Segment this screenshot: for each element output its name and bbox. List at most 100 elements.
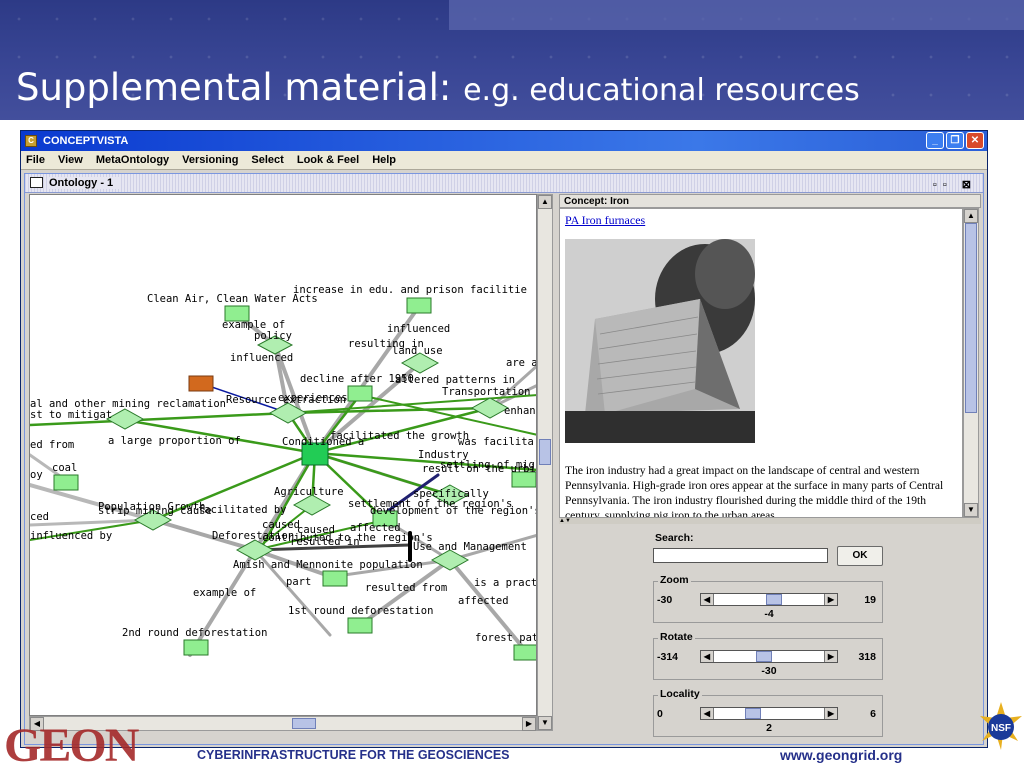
header-band <box>449 0 1024 30</box>
ontology-graph-canvas[interactable]: increase in edu. and prison facilitie Cl… <box>29 194 537 716</box>
graph-label: oy <box>30 469 43 481</box>
locality-group: Locality 0 ◀ ▶ 6 2 <box>653 688 883 737</box>
control-panel: Search: OK Zoom -30 ◀ ▶ 19 -4 Rotate -31… <box>559 524 981 742</box>
ok-button[interactable]: OK <box>837 546 883 566</box>
graph-node <box>53 474 79 491</box>
search-input[interactable] <box>653 548 828 563</box>
scroll-down-arrow-icon[interactable]: ▼ <box>964 503 978 517</box>
concept-title: Concept: Iron <box>559 194 981 208</box>
scroll-down-arrow-icon[interactable]: ▼ <box>538 716 552 730</box>
graph-label: 2nd round deforestation <box>122 627 267 639</box>
maximize-button[interactable]: ❐ <box>946 132 964 149</box>
concept-scroll-thumb[interactable] <box>965 223 977 413</box>
conceptvista-window: C CONCEPTVISTA _ ❐ ✕ File View MetaOntol… <box>20 130 988 748</box>
rotate-value: -30 <box>761 665 777 677</box>
nsf-logo-text: NSF <box>991 723 1011 734</box>
window-title: CONCEPTVISTA <box>43 135 129 147</box>
graph-label: result on the urbi <box>422 463 536 475</box>
graph-label: was facilita <box>458 436 534 448</box>
graph-node <box>406 297 432 314</box>
menu-help[interactable]: Help <box>372 151 396 169</box>
zoom-slider-knob[interactable] <box>766 594 782 605</box>
graph-label: affected <box>458 595 509 607</box>
concept-description: The iron industry had a great impact on … <box>565 464 944 518</box>
graph-label: a large proportion of <box>108 435 241 447</box>
graph-node <box>268 402 308 424</box>
graph-label: land use <box>392 345 443 357</box>
slider-left-arrow-icon[interactable]: ◀ <box>701 708 714 719</box>
graph-node <box>347 385 373 402</box>
document-icon <box>30 177 43 188</box>
graph-label: ed from <box>30 439 74 451</box>
menu-view[interactable]: View <box>58 151 83 169</box>
slider-right-arrow-icon[interactable]: ▶ <box>824 594 837 605</box>
graph-node <box>347 617 373 634</box>
rotate-slider-knob[interactable] <box>756 651 772 662</box>
graph-node-orange <box>188 375 214 392</box>
graph-label: st to mitigat <box>30 409 112 421</box>
internal-frame-titlebar[interactable]: Ontology - 1 ▫▫ ⊠ <box>25 174 983 193</box>
slider-right-arrow-icon[interactable]: ▶ <box>824 708 837 719</box>
menu-metaontology[interactable]: MetaOntology <box>96 151 169 169</box>
locality-min: 0 <box>657 708 663 720</box>
graph-label: Clean Air, Clean Water Acts <box>147 293 318 305</box>
graph-label: Transportation <box>442 386 531 398</box>
menu-versioning[interactable]: Versioning <box>182 151 238 169</box>
graph-label: example of <box>193 587 256 599</box>
graph-node <box>322 570 348 587</box>
locality-slider-knob[interactable] <box>745 708 761 719</box>
graph-label: increase in edu. and prison facilitie <box>293 284 527 296</box>
menu-look-and-feel[interactable]: Look & Feel <box>297 151 359 169</box>
slide-header: Supplemental material: e.g. educational … <box>0 0 1024 120</box>
graph-label: development of the region's <box>370 505 537 517</box>
locality-slider[interactable]: ◀ ▶ <box>700 707 838 720</box>
rotate-slider[interactable]: ◀ ▶ <box>700 650 838 663</box>
zoom-max: 19 <box>864 594 876 606</box>
zoom-min: -30 <box>657 594 673 606</box>
ontology-internal-frame: Ontology - 1 ▫▫ ⊠ increase in edu. and p… <box>24 173 984 745</box>
graph-label: experiences <box>278 392 348 404</box>
window-titlebar[interactable]: C CONCEPTVISTA _ ❐ ✕ <box>21 131 987 151</box>
concept-resource-link[interactable]: PA Iron furnaces <box>565 213 645 228</box>
graph-labels: increase in edu. and prison facilitie Cl… <box>30 284 537 644</box>
graph-vertical-scrollbar[interactable]: ▲ ▼ <box>537 194 553 731</box>
search-label: Search: <box>655 532 694 544</box>
graph-label: forest pat <box>475 632 537 644</box>
nsf-logo: NSF <box>978 700 1024 760</box>
rotate-max: 318 <box>858 651 876 663</box>
internal-frame-controls[interactable]: ▫▫ ⊠ <box>933 176 977 194</box>
graph-label: influenced <box>230 352 293 364</box>
graph-label: Conditioned a <box>282 436 364 448</box>
vertical-scroll-thumb[interactable] <box>539 439 551 465</box>
menu-file[interactable]: File <box>26 151 45 169</box>
slider-left-arrow-icon[interactable]: ◀ <box>701 651 714 662</box>
minimize-button[interactable]: _ <box>926 132 944 149</box>
horizontal-scroll-thumb[interactable] <box>292 718 316 729</box>
rotate-min: -314 <box>657 651 679 663</box>
slider-right-arrow-icon[interactable]: ▶ <box>824 651 837 662</box>
concept-scrollbar[interactable]: ▲ ▼ <box>963 208 979 518</box>
graph-label: altered patterns in <box>395 374 515 386</box>
zoom-slider[interactable]: ◀ ▶ <box>700 593 838 606</box>
graph-label: are a <box>506 357 537 369</box>
slide-title-main: Supplemental material: <box>16 66 452 109</box>
footer-url: www.geongrid.org <box>780 747 903 763</box>
ontology-graph[interactable]: increase in edu. and prison facilitie Cl… <box>30 195 537 716</box>
menu-select[interactable]: Select <box>251 151 283 169</box>
zoom-label: Zoom <box>658 574 691 586</box>
close-button[interactable]: ✕ <box>966 132 984 149</box>
graph-node <box>105 408 145 430</box>
graph-label: influenced <box>387 323 450 335</box>
footer-text: CYBERINFRASTRUCTURE FOR THE GEOSCIENCES <box>197 748 510 762</box>
zoom-group: Zoom -30 ◀ ▶ 19 -4 <box>653 574 883 623</box>
graph-label: coal <box>52 462 77 474</box>
locality-value: 2 <box>766 722 772 734</box>
graph-label: facilitated by <box>198 504 287 516</box>
locality-label: Locality <box>658 688 702 700</box>
scroll-up-arrow-icon[interactable]: ▲ <box>538 195 552 209</box>
graph-label: resulted from <box>365 582 447 594</box>
scroll-right-arrow-icon[interactable]: ▶ <box>522 717 536 731</box>
slider-left-arrow-icon[interactable]: ◀ <box>701 594 714 605</box>
scroll-up-arrow-icon[interactable]: ▲ <box>964 209 978 223</box>
graph-label: Use and Management <box>413 541 527 553</box>
